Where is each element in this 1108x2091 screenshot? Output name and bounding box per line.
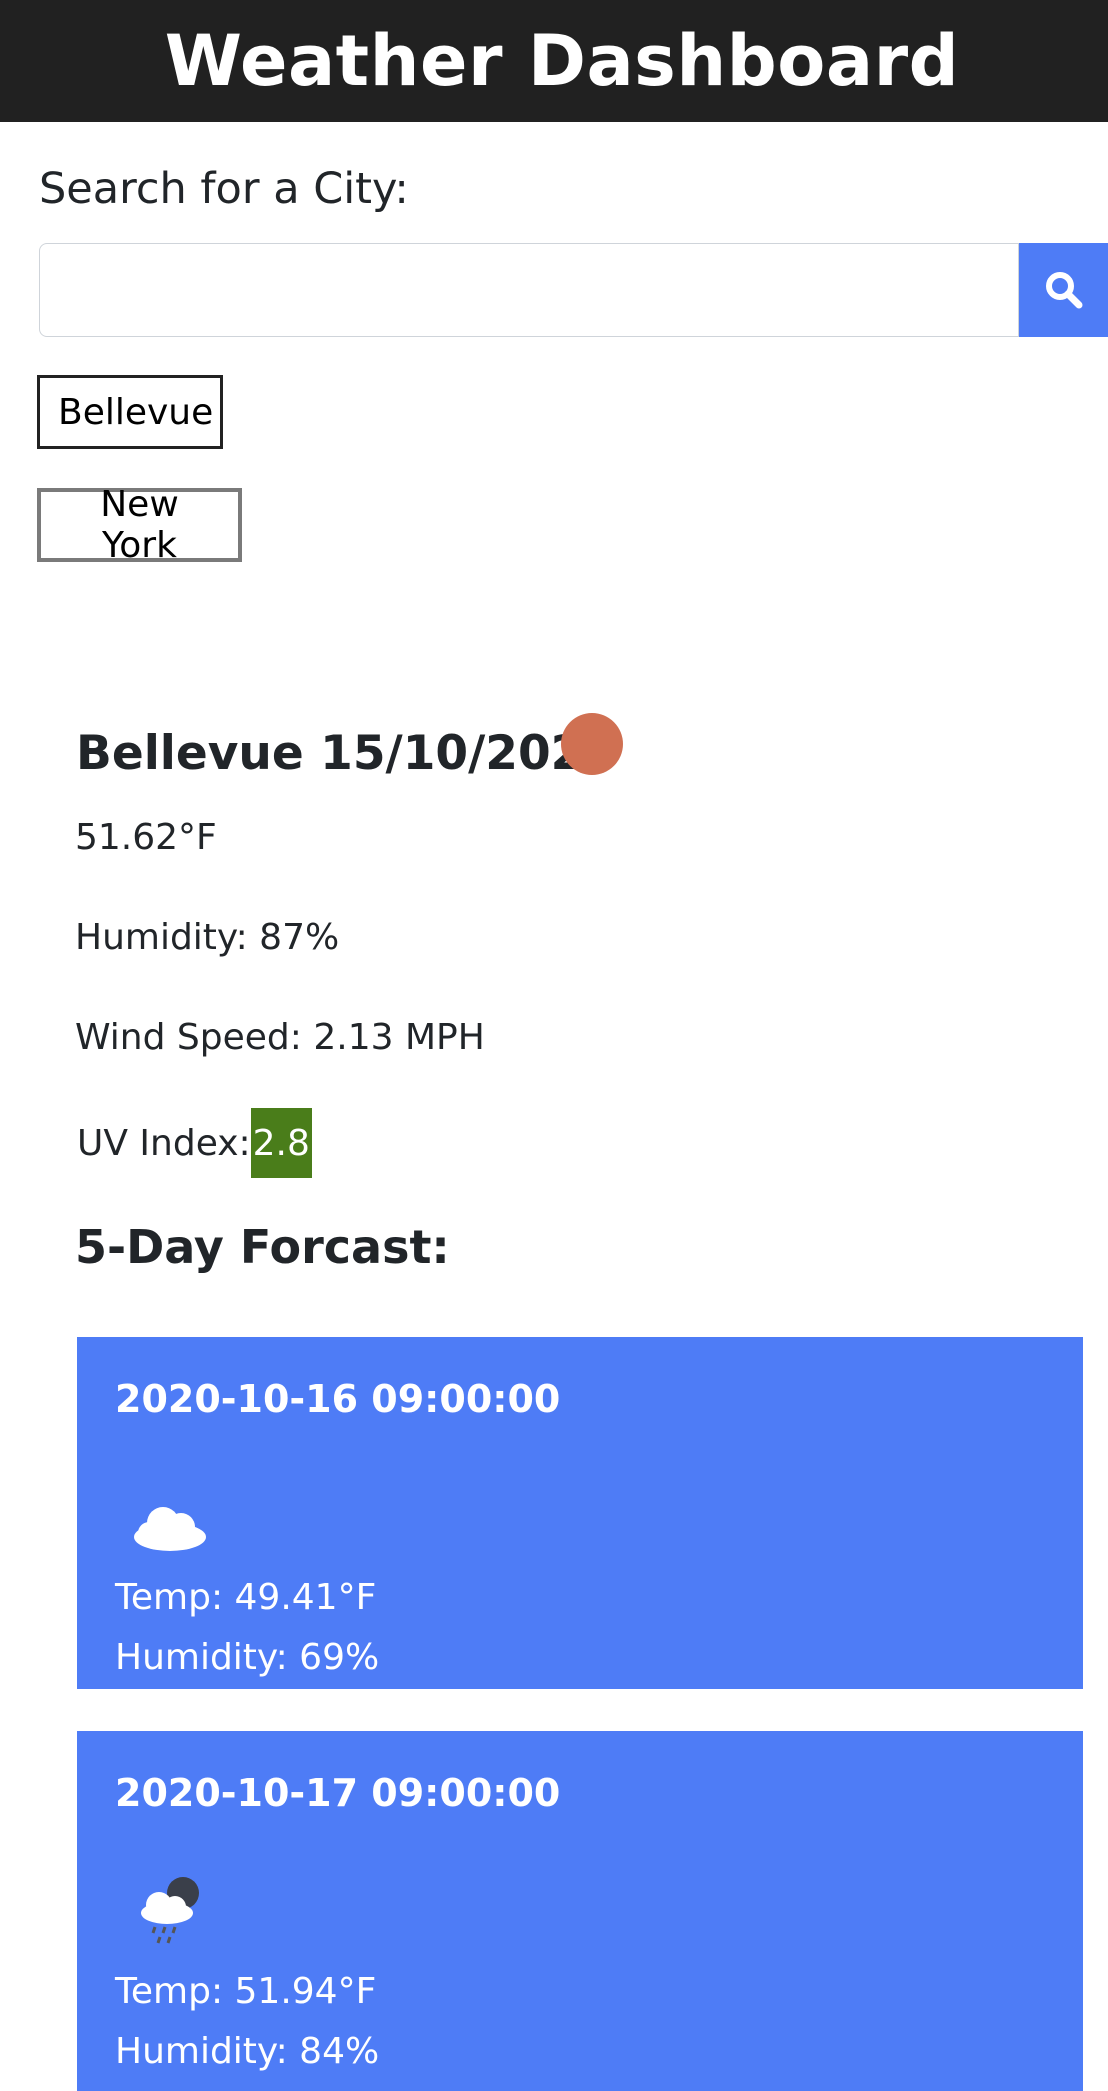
current-city-date: Bellevue 15/10/2020 <box>76 726 617 781</box>
current-humidity: Humidity: 87% <box>75 917 340 958</box>
page-title: Weather Dashboard <box>164 20 960 102</box>
history-city-button[interactable]: Bellevue <box>37 375 223 449</box>
search-input[interactable] <box>39 243 1019 337</box>
cloud-icon <box>134 1507 206 1551</box>
sun-icon <box>561 713 623 775</box>
forecast-card: 2020-10-17 09:00:00 Temp: 51.94°F Humidi… <box>77 1731 1083 2091</box>
forecast-temp: Temp: 51.94°F <box>115 1971 377 2012</box>
current-wind-speed: Wind Speed: 2.13 MPH <box>75 1017 485 1058</box>
uv-index-badge: 2.8 <box>250 1108 312 1178</box>
current-temperature: 51.62°F <box>75 817 217 858</box>
forecast-date: 2020-10-16 09:00:00 <box>115 1377 561 1421</box>
uv-index-label: UV Index: <box>77 1122 251 1164</box>
rain-night-icon <box>141 1877 199 1944</box>
search-button[interactable] <box>1019 243 1108 337</box>
forecast-card: 2020-10-16 09:00:00 Temp: 49.41°F Humidi… <box>77 1337 1083 1689</box>
forecast-date: 2020-10-17 09:00:00 <box>115 1771 561 1815</box>
forecast-humidity: Humidity: 69% <box>115 1637 380 1678</box>
history-city-button[interactable]: New York <box>37 484 242 566</box>
forecast-humidity: Humidity: 84% <box>115 2031 380 2072</box>
search-icon <box>1045 272 1082 309</box>
app-header: Weather Dashboard <box>0 0 1108 122</box>
forecast-temp: Temp: 49.41°F <box>115 1577 377 1618</box>
forecast-heading: 5-Day Forcast: <box>75 1220 450 1274</box>
search-label: Search for a City: <box>39 164 409 214</box>
uv-index-row: UV Index: 2.8 <box>77 1108 312 1178</box>
